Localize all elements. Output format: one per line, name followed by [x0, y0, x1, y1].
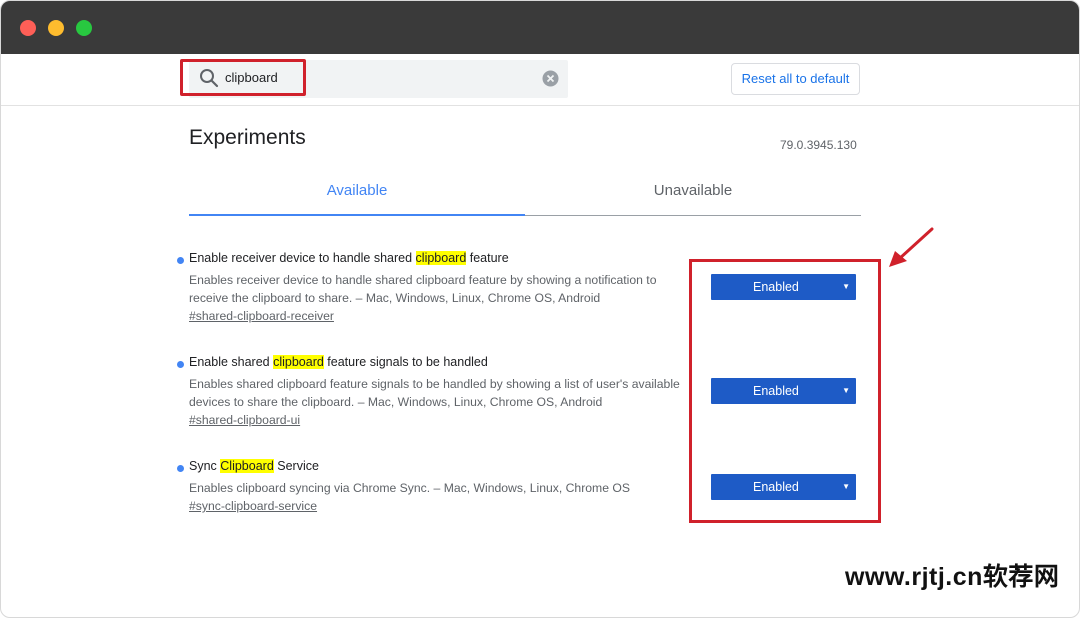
- reset-all-button[interactable]: Reset all to default: [731, 63, 860, 95]
- title-bar: [1, 1, 1079, 54]
- tab-unavailable[interactable]: Unavailable: [525, 171, 861, 216]
- version-label: 79.0.3945.130: [780, 138, 857, 152]
- tab-available[interactable]: Available: [189, 171, 525, 216]
- experiment-description: Enables shared clipboard feature signals…: [189, 377, 680, 409]
- search-match-highlight: clipboard: [273, 355, 324, 369]
- selects-annotation-box: [689, 259, 881, 523]
- clear-search-icon[interactable]: [542, 70, 559, 87]
- experiment-title: Sync Clipboard Service: [189, 459, 319, 473]
- experiment-indicator-dot: [177, 361, 184, 368]
- watermark: www.rjtj.cn软荐网: [845, 563, 1060, 591]
- minimize-window-button[interactable]: [48, 20, 64, 36]
- maximize-window-button[interactable]: [76, 20, 92, 36]
- flags-toolbar: Reset all to default: [1, 54, 1079, 106]
- experiment-link[interactable]: #shared-clipboard-receiver: [189, 309, 334, 323]
- experiment-item: Enable receiver device to handle shared …: [177, 251, 717, 331]
- experiment-description: Enables clipboard syncing via Chrome Syn…: [189, 481, 630, 495]
- experiment-title: Enable receiver device to handle shared …: [189, 251, 509, 265]
- experiment-title: Enable shared clipboard feature signals …: [189, 355, 488, 369]
- experiment-link[interactable]: #shared-clipboard-ui: [189, 413, 300, 427]
- search-annotation-box: [180, 59, 306, 96]
- experiment-link[interactable]: #sync-clipboard-service: [189, 499, 317, 513]
- experiment-description: Enables receiver device to handle shared…: [189, 273, 657, 305]
- close-window-button[interactable]: [20, 20, 36, 36]
- browser-window: Reset all to default Experiments 79.0.39…: [0, 0, 1080, 618]
- experiment-item: Enable shared clipboard feature signals …: [177, 355, 717, 435]
- search-match-highlight: Clipboard: [220, 459, 274, 473]
- experiment-indicator-dot: [177, 465, 184, 472]
- search-match-highlight: clipboard: [415, 251, 467, 265]
- page-title: Experiments: [189, 126, 306, 149]
- experiment-indicator-dot: [177, 257, 184, 264]
- annotation-arrow-icon: [889, 227, 934, 267]
- experiment-item: Sync Clipboard Service Enables clipboard…: [177, 459, 717, 519]
